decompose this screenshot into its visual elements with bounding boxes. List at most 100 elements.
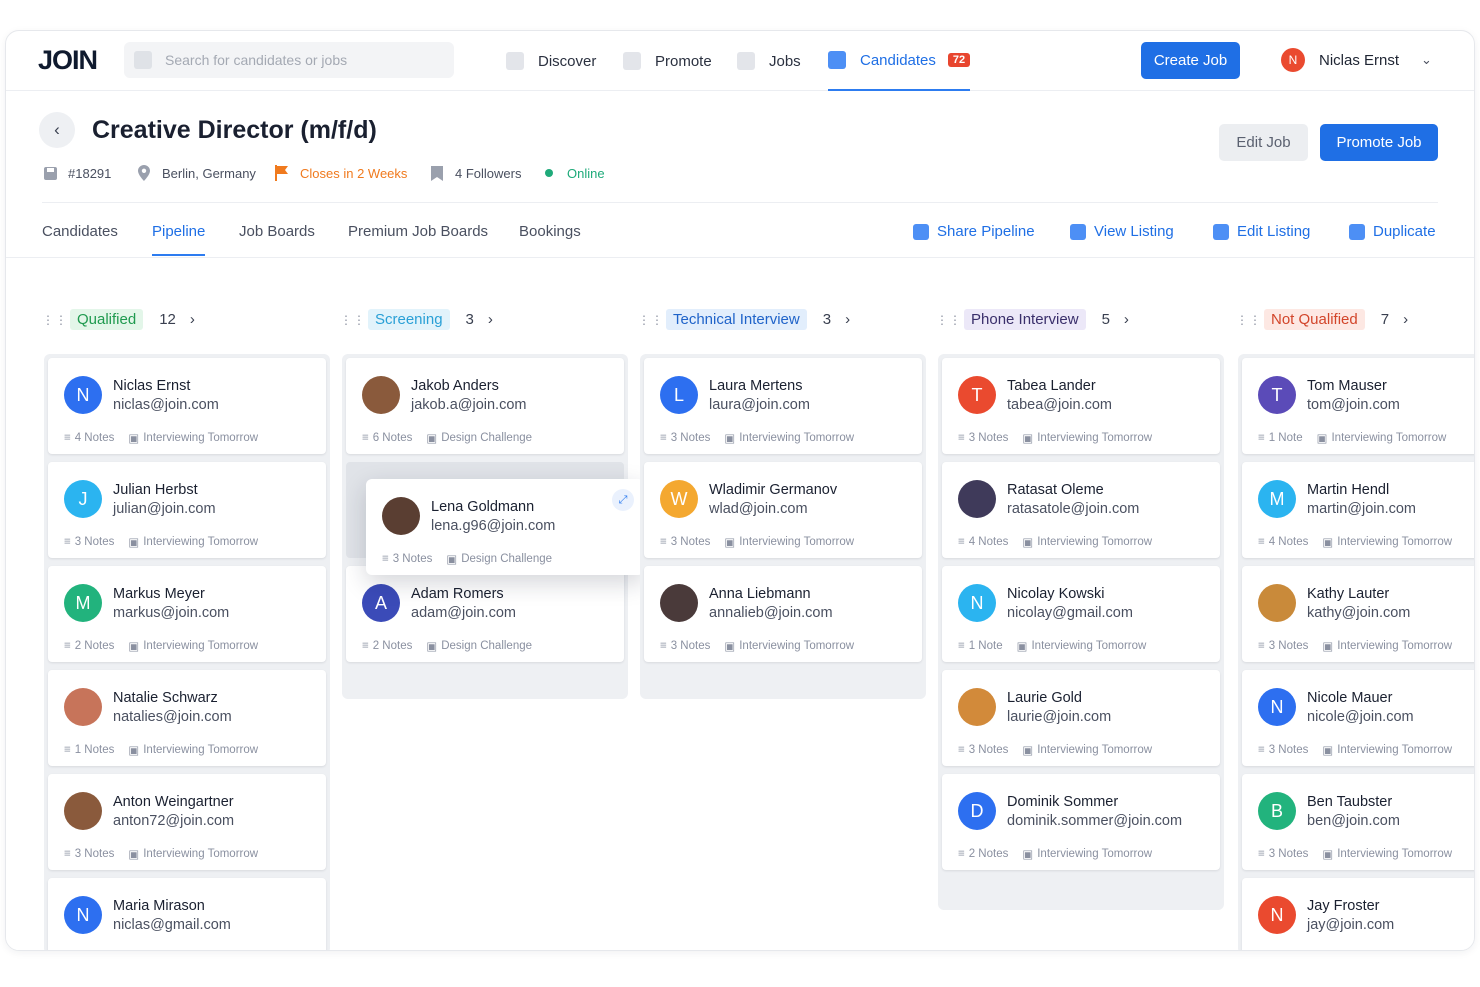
stage-label: Technical Interview [666,309,807,330]
candidate-status: Interviewing Tomorrow [1037,432,1153,444]
candidate-card[interactable]: J Julian Herbst julian@join.com ≡ 3 Notes ▣ In… [48,462,326,558]
tab-premium-job-boards[interactable]: Premium Job Boards [348,223,488,256]
candidate-avatar [362,376,400,414]
edit-job-button[interactable]: Edit Job [1219,124,1308,161]
tab-job-boards[interactable]: Job Boards [239,223,315,256]
candidate-card[interactable]: B Ben Taubster ben@join.com ≡ 3 Notes ▣ Interv… [1242,774,1474,870]
candidate-name: Dominik Sommer [1007,794,1119,810]
candidate-status: Interviewing Tomorrow [1337,848,1453,860]
nav-promote-label: Promote [655,52,712,70]
notes-icon: ≡ [958,848,965,860]
join-logo[interactable]: JOIN [38,45,98,76]
notes-count: 1 Notes [74,744,115,756]
candidate-card[interactable]: N Jay Froster jay@join.com [1242,878,1474,950]
nav-candidates[interactable]: Candidates 72 [828,31,971,91]
candidate-card[interactable]: N Nicolay Kowski nicolay@gmail.com ≡ 1 Note ▣… [942,566,1220,662]
candidate-name: Martin Hendl [1307,482,1390,498]
header-divider [42,202,1438,203]
candidate-status: Interviewing Tomorrow [1037,848,1153,860]
candidate-name: Anton Weingartner [113,794,234,810]
card-footer: ≡ 3 Notes ▣ Interviewing Tomorrow [64,847,258,861]
view-listing-button[interactable]: View Listing [1070,223,1174,240]
tab-pipeline[interactable]: Pipeline [152,223,206,256]
candidate-status: Interviewing Tomorrow [1031,640,1147,652]
expand-icon[interactable]: ⤢ [612,489,634,511]
candidate-card[interactable]: M Martin Hendl martin@join.com ≡ 4 Notes ▣ Int… [1242,462,1474,558]
candidate-avatar: B [1258,792,1296,830]
candidate-card[interactable]: Ratasat Oleme ratasatole@join.com ≡ 4 Notes… [942,462,1220,558]
candidate-card[interactable]: Jakob Anders jakob.a@join.com ≡ 6 Notes ▣ Des… [346,358,624,454]
notes-count: 4 Notes [1268,536,1309,548]
notes-count: 3 Notes [670,640,711,652]
dragged-candidate-card[interactable]: Lena Goldmann lena.g96@join.com ≡ 3 Notes ▣ D… [366,479,644,575]
candidate-card[interactable]: Anton Weingartner anton72@join.com ≡ 3 Note… [48,774,326,870]
promote-job-button[interactable]: Promote Job [1320,124,1438,161]
duplicate-button[interactable]: Duplicate [1349,223,1436,240]
candidate-card[interactable]: T Tom Mauser tom@join.com ≡ 1 Note ▣ Interview… [1242,358,1474,454]
job-location: Berlin, Germany [136,165,256,181]
candidate-card[interactable]: N Nicole Mauer nicole@join.com ≡ 3 Notes ▣ Int… [1242,670,1474,766]
notes-icon: ≡ [1258,744,1265,756]
chevron-right-icon[interactable]: › [845,311,850,328]
tab-candidates[interactable]: Candidates [42,223,118,256]
candidate-card[interactable]: M Markus Meyer markus@join.com ≡ 2 Notes ▣ Int… [48,566,326,662]
chevron-right-icon[interactable]: › [488,311,493,328]
view-icon [1070,223,1086,240]
candidate-status: Design Challenge [441,432,533,444]
page-title: Creative Director (m/f/d) [92,116,377,144]
candidate-name: Wladimir Germanov [709,482,838,498]
candidate-card[interactable]: N Niclas Ernst niclas@join.com ≡ 4 Notes ▣ Int… [48,358,326,454]
share-pipeline-button[interactable]: Share Pipeline [913,223,1035,240]
user-menu[interactable]: N Niclas Ernst ⌄ [1281,48,1432,72]
card-footer: ≡ 1 Notes ▣ Interviewing Tomorrow [64,743,258,757]
nav-discover[interactable]: Discover [506,31,596,91]
online-dot-icon [541,165,557,181]
candidate-card[interactable]: Laurie Gold laurie@join.com ≡ 3 Notes ▣ Inter… [942,670,1220,766]
calendar-icon: ▣ [128,641,140,653]
candidate-avatar [1258,584,1296,622]
chevron-right-icon[interactable]: › [1124,311,1129,328]
tab-bookings[interactable]: Bookings [519,223,581,256]
candidate-card[interactable]: A Adam Romers adam@join.com ≡ 2 Notes ▣ Design… [346,566,624,662]
drag-grip-icon[interactable]: ⋮⋮⋮ [340,313,378,327]
drag-grip-icon[interactable]: ⋮⋮⋮ [42,313,80,327]
candidate-card[interactable]: W Wladimir Germanov wlad@join.com ≡ 3 Notes ▣… [644,462,922,558]
candidate-card[interactable]: T Tabea Lander tabea@join.com ≡ 3 Notes ▣ Inte… [942,358,1220,454]
search-input[interactable]: Search for candidates or jobs [124,42,454,78]
drag-grip-icon[interactable]: ⋮⋮⋮ [638,313,676,327]
candidate-card[interactable]: D Dominik Sommer dominik.sommer@join.com ≡ 2… [942,774,1220,870]
notes-icon: ≡ [64,848,71,860]
create-job-button[interactable]: Create Job [1141,42,1240,79]
candidate-email: annalieb@join.com [709,605,833,621]
candidate-card[interactable]: Anna Liebmann annalieb@join.com ≡ 3 Notes ▣ I… [644,566,922,662]
nav-promote[interactable]: Promote [623,31,712,91]
flag-icon [274,165,290,181]
stage-label: Not Qualified [1264,309,1365,330]
nav-jobs[interactable]: Jobs [737,31,801,91]
candidate-card[interactable]: L Laura Mertens laura@join.com ≡ 3 Notes ▣ Int… [644,358,922,454]
candidate-name: Jakob Anders [411,378,499,394]
card-footer: ≡ 3 Notes ▣ Interviewing Tomorrow [660,431,854,445]
calendar-icon: ▣ [1022,745,1034,757]
discover-icon [506,52,524,70]
back-button[interactable]: ‹ [39,112,75,148]
candidate-email: natalies@join.com [113,709,232,725]
jobs-icon [737,52,755,70]
candidate-card[interactable]: Kathy Lauter kathy@join.com ≡ 3 Notes ▣ Inter… [1242,566,1474,662]
candidate-card[interactable]: Natalie Schwarz natalies@join.com ≡ 1 Notes… [48,670,326,766]
notes-icon: ≡ [958,744,965,756]
calendar-icon: ▣ [128,537,140,549]
job-location-label: Berlin, Germany [162,165,256,181]
calendar-icon: ▣ [1316,433,1328,445]
drag-grip-icon[interactable]: ⋮⋮⋮ [936,313,974,327]
chevron-right-icon[interactable]: › [1403,311,1408,328]
stage-count: 12 [159,311,176,328]
card-footer: ≡ 3 Notes ▣ Interviewing Tomorrow [1258,743,1452,757]
drag-grip-icon[interactable]: ⋮⋮⋮ [1236,313,1274,327]
edit-listing-label: Edit Listing [1237,223,1311,240]
chevron-right-icon[interactable]: › [190,311,195,328]
edit-listing-button[interactable]: Edit Listing [1213,223,1310,240]
card-footer: ≡ 4 Notes ▣ Interviewing Tomorrow [958,535,1152,549]
stage-label: Qualified [70,309,144,330]
candidate-card[interactable]: N Maria Mirason niclas@gmail.com [48,878,326,950]
